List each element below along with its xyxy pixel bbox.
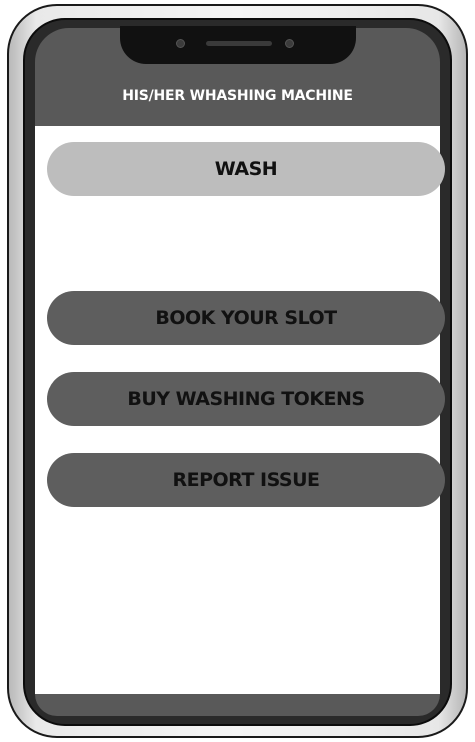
phone-notch: [119, 26, 356, 64]
book-slot-button[interactable]: BOOK YOUR SLOT: [47, 291, 445, 345]
phone-frame: HIS/HER WHASHING MACHINE WASH BOOK YOUR …: [7, 4, 468, 738]
app-header: HIS/HER WHASHING MACHINE: [35, 26, 440, 126]
report-issue-button[interactable]: REPORT ISSUE: [47, 453, 445, 507]
buy-tokens-button[interactable]: BUY WASHING TOKENS: [47, 372, 445, 426]
app-footer-bar: [35, 694, 440, 716]
sensor-icon: [284, 39, 294, 48]
phone-bezel: HIS/HER WHASHING MACHINE WASH BOOK YOUR …: [23, 18, 452, 726]
wash-button[interactable]: WASH: [47, 142, 445, 196]
speaker-grille: [205, 41, 272, 46]
camera-icon: [175, 39, 185, 48]
app-title: HIS/HER WHASHING MACHINE: [122, 88, 353, 104]
app-screen: WASH BOOK YOUR SLOT BUY WASHING TOKENS R…: [35, 126, 445, 694]
